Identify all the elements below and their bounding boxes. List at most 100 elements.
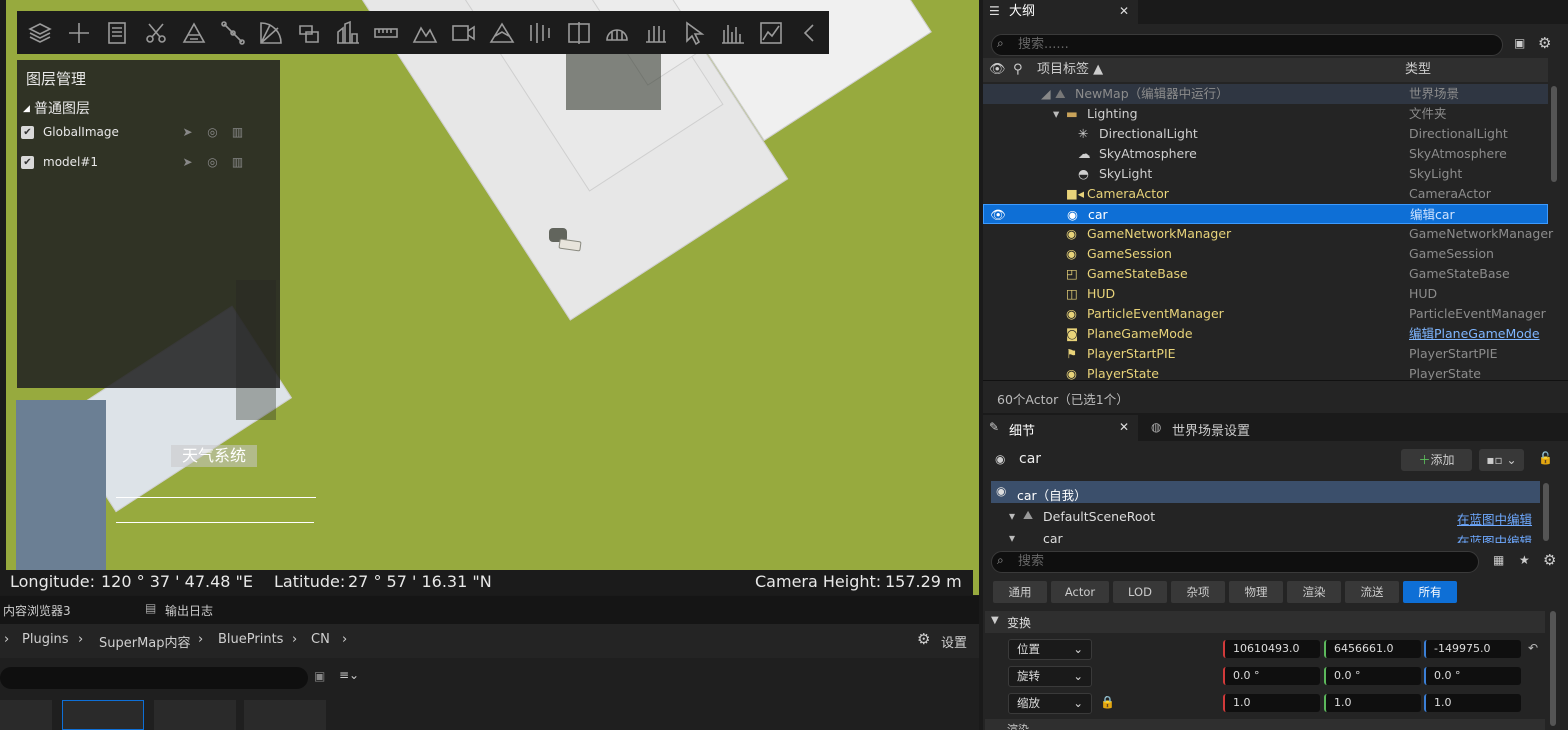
close-icon[interactable]: ✕ bbox=[1119, 4, 1129, 18]
scale-y-field[interactable]: 1.0 bbox=[1324, 694, 1421, 712]
filter-physics[interactable]: 物理 bbox=[1229, 581, 1283, 603]
column-label[interactable]: 项目标签 ▲ bbox=[1037, 58, 1103, 82]
list-icon[interactable] bbox=[98, 11, 136, 54]
layer-row-globalimage[interactable]: ✔ GlobalImage ➤ ◎ ▥ bbox=[21, 122, 271, 142]
save-icon[interactable]: ▣ bbox=[314, 669, 325, 683]
components-scrollbar[interactable] bbox=[1543, 483, 1549, 541]
lock-open-icon[interactable]: 🔓 bbox=[1538, 451, 1553, 465]
locate-icon[interactable]: ➤ bbox=[175, 125, 200, 139]
flatten-icon[interactable] bbox=[637, 11, 675, 54]
star-icon[interactable]: ★ bbox=[1519, 553, 1530, 567]
sector-icon[interactable] bbox=[252, 11, 290, 54]
expand-arrow-icon[interactable]: ▾ bbox=[1009, 509, 1015, 523]
filter-misc[interactable]: 杂项 bbox=[1171, 581, 1225, 603]
details-search-input[interactable]: 搜索 bbox=[991, 551, 1479, 573]
asset-thumbnail[interactable] bbox=[0, 700, 52, 730]
edit-in-blueprint-link[interactable]: 在蓝图中编辑 bbox=[1457, 531, 1532, 543]
measure-icon[interactable] bbox=[213, 11, 251, 54]
locate-icon[interactable]: ➤ bbox=[175, 155, 200, 169]
pin-icon[interactable]: ⚲ bbox=[1013, 58, 1023, 82]
breadcrumb-item[interactable]: BluePrints bbox=[218, 632, 283, 647]
close-icon[interactable]: ✕ bbox=[1119, 420, 1129, 434]
eye-icon[interactable]: 👁 bbox=[990, 205, 1006, 225]
outliner-row[interactable]: ◙ PlaneGameMode 编辑PlaneGameMode bbox=[983, 324, 1548, 344]
bars-icon[interactable] bbox=[713, 11, 751, 54]
terrain-icon[interactable] bbox=[175, 11, 213, 54]
outliner-row[interactable]: ◫ HUD HUD bbox=[983, 284, 1548, 304]
layers-edit-icon[interactable] bbox=[290, 11, 328, 54]
edit-in-blueprint-link[interactable]: 在蓝图中编辑 bbox=[1457, 509, 1532, 528]
asset-thumbnail[interactable] bbox=[244, 700, 326, 730]
component-row-self[interactable]: ◉ car（自我） bbox=[991, 481, 1540, 503]
tab-outliner[interactable]: 大纲 bbox=[983, 0, 1138, 24]
filter-lod[interactable]: LOD bbox=[1113, 581, 1167, 603]
outliner-row[interactable]: ✳ DirectionalLight DirectionalLight bbox=[983, 124, 1548, 144]
expand-arrow-icon[interactable]: ▾ bbox=[1053, 104, 1059, 124]
outliner-row[interactable]: ⚑ PlayerStartPIE PlayerStartPIE bbox=[983, 344, 1548, 364]
level-viewport[interactable]: 图层管理 ◢ 普通图层 ✔ GlobalImage ➤ ◎ ▥ ✔ model#… bbox=[0, 0, 979, 595]
outliner-row[interactable]: ◢ ⛰ NewMap（编辑器中运行） 世界场景 bbox=[983, 84, 1548, 104]
component-row[interactable]: ▾ car 在蓝图中编辑 bbox=[991, 529, 1540, 543]
delete-icon[interactable]: ▥ bbox=[225, 125, 250, 139]
gear-icon[interactable]: ⚙ bbox=[1543, 551, 1556, 569]
filter-all[interactable]: 所有 bbox=[1403, 581, 1457, 603]
rotation-y-field[interactable]: 0.0 ° bbox=[1324, 667, 1421, 685]
scissors-icon[interactable] bbox=[136, 11, 174, 54]
outliner-row[interactable]: ◰ GameStateBase GameStateBase bbox=[983, 264, 1548, 284]
pointer-icon[interactable] bbox=[675, 11, 713, 54]
filter-icon[interactable]: ≡⌄ bbox=[339, 668, 359, 682]
expand-arrow-icon[interactable]: ◢ bbox=[1041, 84, 1051, 104]
filter-general[interactable]: 通用 bbox=[993, 581, 1047, 603]
reset-arrow-icon[interactable]: ↶ bbox=[1528, 641, 1538, 655]
breadcrumb-item[interactable]: Plugins bbox=[22, 632, 69, 647]
outliner-row[interactable]: ◉ PlayerState PlayerState bbox=[983, 364, 1548, 380]
video-icon[interactable] bbox=[444, 11, 482, 54]
location-y-field[interactable]: 6456661.0 bbox=[1324, 640, 1421, 658]
scale-z-field[interactable]: 1.0 bbox=[1424, 694, 1521, 712]
gear-icon[interactable]: ⚙ bbox=[1538, 34, 1551, 52]
rotation-z-field[interactable]: 0.0 ° bbox=[1424, 667, 1521, 685]
scale-x-field[interactable]: 1.0 bbox=[1223, 694, 1320, 712]
outliner-row[interactable]: ▾ ▬ Lighting 文件夹 bbox=[983, 104, 1548, 124]
layers-icon[interactable] bbox=[21, 11, 59, 54]
ruler-icon[interactable] bbox=[367, 11, 405, 54]
split-icon[interactable] bbox=[521, 11, 559, 54]
location-dropdown[interactable]: 位置 ⌄ bbox=[1008, 639, 1092, 660]
column-type[interactable]: 类型 bbox=[1405, 58, 1431, 82]
outliner-row[interactable]: ☁ SkyAtmosphere SkyAtmosphere bbox=[983, 144, 1548, 164]
filter-rendering[interactable]: 渲染 bbox=[1287, 581, 1341, 603]
collapse-icon[interactable] bbox=[790, 11, 828, 54]
pin-icon[interactable]: ◎ bbox=[200, 155, 225, 169]
lock-icon[interactable]: 🔒 bbox=[1100, 695, 1115, 709]
chart-icon[interactable] bbox=[752, 11, 790, 54]
outliner-row[interactable]: ◉ GameNetworkManager GameNetworkManager bbox=[983, 224, 1553, 244]
add-folder-icon[interactable]: ▣ bbox=[1514, 36, 1525, 50]
outliner-row-selected[interactable]: 👁 ◉ car 编辑car bbox=[983, 204, 1548, 224]
scale-dropdown[interactable]: 缩放 ⌄ bbox=[1008, 693, 1092, 714]
expand-arrow-icon[interactable]: ▾ bbox=[1009, 531, 1015, 543]
tab-world-settings[interactable]: 世界场景设置 bbox=[1172, 420, 1250, 439]
mountain-icon[interactable] bbox=[406, 11, 444, 54]
compare-icon[interactable] bbox=[560, 11, 598, 54]
eye-icon[interactable]: 👁 bbox=[989, 58, 1006, 82]
dome-icon[interactable] bbox=[598, 11, 636, 54]
outliner-row[interactable]: ◉ GameSession GameSession bbox=[983, 244, 1548, 264]
row-type-link[interactable]: 编辑PlaneGameMode bbox=[1409, 324, 1540, 344]
breadcrumb-item[interactable]: CN bbox=[311, 632, 330, 647]
layer-row-model1[interactable]: ✔ model#1 ➤ ◎ ▥ bbox=[21, 152, 271, 172]
asset-thumbnail[interactable] bbox=[62, 700, 144, 730]
delete-icon[interactable]: ▥ bbox=[225, 155, 250, 169]
pin-icon[interactable]: ◎ bbox=[200, 125, 225, 139]
tab-content-browser[interactable]: 内容浏览器3 bbox=[3, 602, 71, 619]
rotation-dropdown[interactable]: 旋转 ⌄ bbox=[1008, 666, 1092, 687]
outliner-row[interactable]: ■◂ CameraActor CameraActor bbox=[983, 184, 1548, 204]
breadcrumb-item[interactable]: SuperMap内容 bbox=[99, 632, 191, 651]
outliner-row[interactable]: ◓ SkyLight SkyLight bbox=[983, 164, 1548, 184]
outliner-row[interactable]: ◉ ParticleEventManager ParticleEventMana… bbox=[983, 304, 1548, 324]
asset-thumbnail[interactable] bbox=[154, 700, 236, 730]
slider-track[interactable] bbox=[116, 522, 314, 523]
outliner-scrollbar[interactable] bbox=[1551, 86, 1557, 182]
details-scrollbar[interactable] bbox=[1550, 611, 1556, 726]
location-z-field[interactable]: -149975.0 bbox=[1424, 640, 1521, 658]
settings-button[interactable]: 设置 bbox=[941, 632, 967, 651]
